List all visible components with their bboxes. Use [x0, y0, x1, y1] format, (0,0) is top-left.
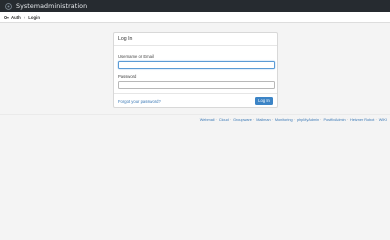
footer-links: Webmail· Cloud· Groupware· Mailman· Moni… — [200, 118, 387, 122]
footer-link-groupware[interactable]: Groupware — [233, 118, 252, 122]
footer-link-monitoring[interactable]: Monitoring — [275, 118, 293, 122]
footer-link-postfixadmin[interactable]: PostfixAdmin — [323, 118, 345, 122]
login-button[interactable]: Log In — [255, 96, 273, 105]
footer-separator: · — [229, 118, 232, 122]
footer-link-cloud[interactable]: Cloud — [219, 118, 229, 122]
footer-link-webmail[interactable]: Webmail — [200, 118, 215, 122]
breadcrumb-label-auth: Auth — [11, 14, 21, 20]
breadcrumb-item-auth[interactable]: Auth — [4, 15, 21, 20]
footer-separator: · — [293, 118, 295, 122]
footer-separator: · — [271, 118, 273, 122]
login-card-title: Log In — [114, 33, 277, 46]
footer-link-wiki[interactable]: WIKI — [379, 118, 387, 122]
app-logo-icon — [5, 2, 12, 10]
footer-separator: · — [252, 118, 255, 122]
app-title[interactable]: Systemadministration — [16, 3, 87, 10]
footer-link-hetzner-robot[interactable]: Hetzner Robot — [350, 118, 374, 122]
forgot-password-link[interactable]: Forgot your password? — [118, 99, 161, 104]
footer-separator: · — [375, 118, 377, 122]
footer-link-mailman[interactable]: Mailman — [256, 118, 270, 122]
password-input[interactable] — [117, 81, 275, 89]
breadcrumb-item-login: Login — [28, 14, 40, 20]
breadcrumb: Auth › Login — [0, 12, 390, 23]
footer-separator: · — [215, 118, 217, 122]
login-card-footer: Forgot your password? Log In — [114, 93, 277, 107]
login-card: Log In Username or Email Password Forgot… — [113, 32, 278, 108]
key-icon — [4, 15, 9, 20]
footer-separator: · — [346, 118, 348, 122]
password-label: Password — [118, 74, 137, 79]
footer-link-phpmyadmin[interactable]: phpMyAdmin — [297, 118, 319, 122]
breadcrumb-separator: › — [23, 14, 26, 20]
footer-separator: · — [320, 118, 322, 122]
top-navbar: Systemadministration — [0, 0, 390, 12]
username-label: Username or Email — [118, 54, 154, 59]
divider — [0, 114, 390, 115]
username-input[interactable] — [117, 61, 275, 69]
